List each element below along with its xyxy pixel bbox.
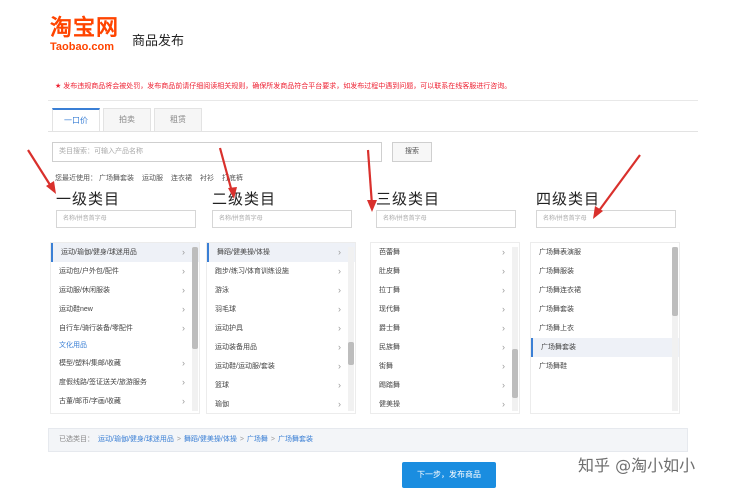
selected-category-path: 已选类目： 运动/瑜伽/健身/球迷用品 > 舞蹈/健美操/体操 > 广场舞 > 广场舞套装 [48,428,688,452]
path-item[interactable]: 广场舞套装 [278,436,313,443]
next-step-publish-button[interactable]: 下一步，发布商品 [402,462,496,488]
path-item[interactable]: 广场舞 [247,436,268,443]
path-separator: > [270,436,276,443]
path-item[interactable]: 舞蹈/健美操/体操 [184,436,237,443]
red-arrow-annotation [27,147,641,219]
path-separator: > [176,436,181,443]
zhihu-watermark: 知乎 @淘小如小 [578,456,696,475]
path-separator: > [239,436,244,443]
path-item[interactable]: 运动/瑜伽/健身/球迷用品 [98,436,174,443]
path-label: 已选类目： [59,436,94,443]
